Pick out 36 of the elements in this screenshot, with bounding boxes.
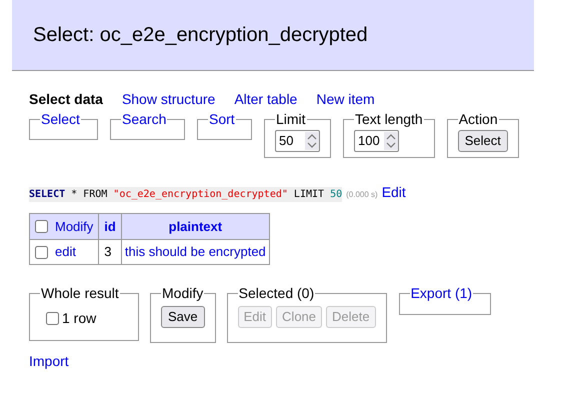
sql-query: SELECT * FROM "oc_e2e_encryption_decrypted" LIMIT 50: [29, 187, 342, 202]
number-field[interactable]: 50: [275, 130, 320, 152]
edit-link[interactable]: edit: [55, 242, 76, 262]
column-header[interactable]: id: [98, 214, 122, 240]
page-title: Select: oc_e2e_encryption_decrypted: [33, 23, 368, 48]
nav-link[interactable]: Show structure: [122, 88, 216, 110]
nav-link[interactable]: New item: [316, 88, 375, 110]
checkbox[interactable]: [46, 312, 59, 325]
column-label[interactable]: Modify: [55, 216, 94, 236]
checkbox[interactable]: [35, 246, 48, 258]
table-cell: 3: [98, 240, 122, 264]
fieldset-legend: Text length: [354, 111, 424, 128]
fieldset-link[interactable]: Search: [121, 111, 168, 128]
import-link[interactable]: Import: [29, 351, 563, 372]
nav-link[interactable]: Alter table: [234, 88, 298, 110]
fieldset-link[interactable]: Sort: [208, 111, 236, 128]
column-header[interactable]: Modify: [30, 214, 99, 240]
table-cell: this should be encrypted: [121, 240, 270, 264]
column-header[interactable]: plaintext: [121, 214, 270, 240]
query-time: (0.000 s): [346, 189, 378, 201]
fieldset-legend: Whole result: [40, 285, 120, 302]
save-button[interactable]: Save: [161, 306, 205, 328]
fieldset-legend: Modify: [161, 285, 204, 302]
fieldset-legend: Action: [458, 111, 499, 128]
spinner-icon[interactable]: [384, 132, 398, 150]
checkbox[interactable]: [35, 220, 48, 233]
checkbox-label[interactable]: 1 row: [62, 308, 96, 329]
fieldset-link[interactable]: Export (1): [410, 285, 474, 302]
fieldset-legend: Selected (0): [238, 285, 316, 302]
select-button[interactable]: Select: [458, 130, 508, 152]
edit-query-link[interactable]: Edit: [382, 182, 406, 203]
fieldset-legend: Limit: [275, 111, 307, 128]
nav-link[interactable]: Select data: [29, 88, 103, 110]
number-field[interactable]: 100: [354, 130, 399, 152]
fieldset-link[interactable]: Select: [40, 111, 81, 128]
spinner-icon[interactable]: [305, 132, 319, 150]
